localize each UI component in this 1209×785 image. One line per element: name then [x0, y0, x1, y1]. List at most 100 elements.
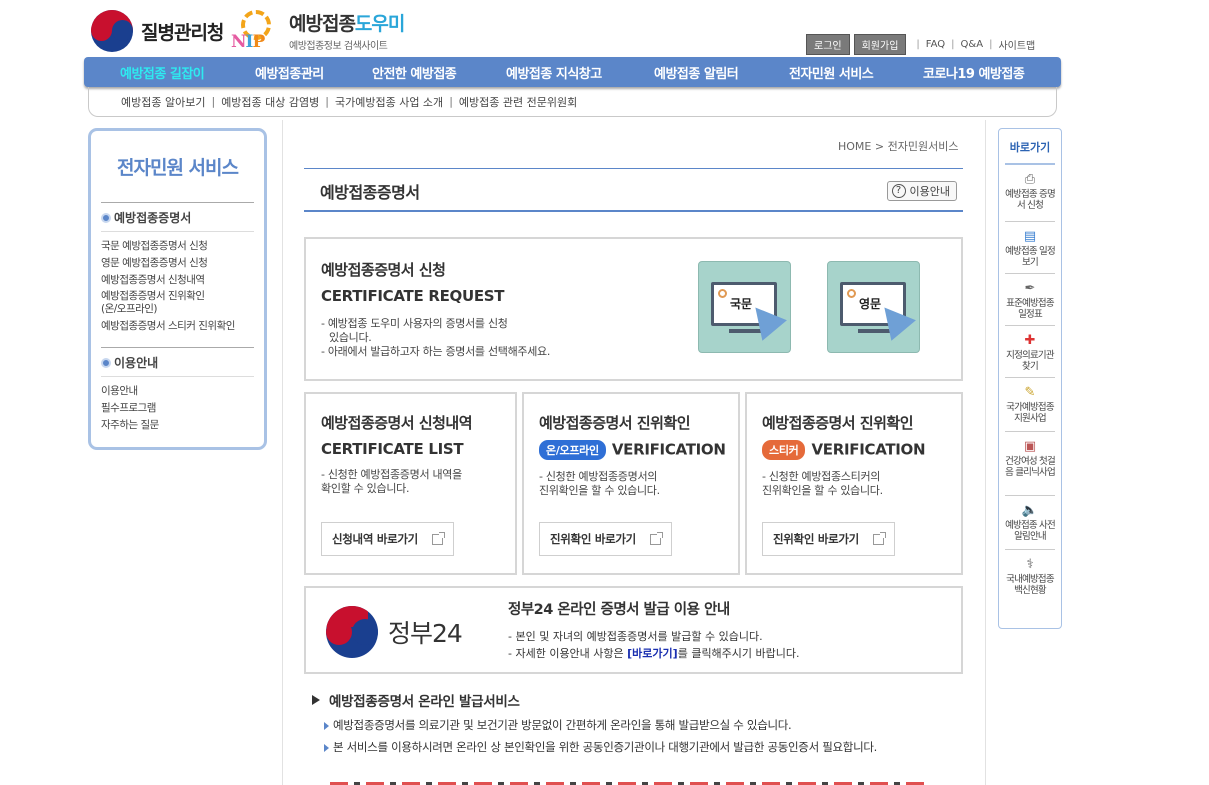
qna-link[interactable]: Q&A [961, 39, 984, 50]
sidebar-item-history[interactable]: 예방접종증명서 신청내역 [101, 272, 254, 289]
gov24-logo[interactable]: 정부24 [326, 606, 463, 658]
medal-icon [847, 289, 856, 298]
gnb-item-guide[interactable]: 예방접종 길잡이 [120, 63, 205, 82]
bullet-icon [101, 357, 111, 368]
main-nav: 예방접종 길잡이 예방접종관리 안전한 예방접종 예방접종 지식창고 예방접종 … [84, 57, 1061, 87]
sidebar-section-guide[interactable]: 이용안내 [101, 347, 254, 377]
vial-icon: ⚕ [1026, 557, 1034, 572]
online-service-heading: 예방접종증명서 온라인 발급서비스 [312, 690, 520, 710]
card-title: 예방접종증명서 진위확인 [539, 414, 691, 432]
breadcrumb-home[interactable]: HOME [838, 140, 871, 153]
sub-nav: 예방접종 알아보기 | 예방접종 대상 감염병 | 국가예방접종 사업 소개 | 예방… [88, 87, 1057, 117]
card-en-title: CERTIFICATE LIST [321, 440, 464, 458]
request-desc: - 예방접종 도우미 사용자의 증명서를 신청 [321, 317, 508, 330]
gov24-title: 정부24 온라인 증명서 발급 이용 안내 [508, 602, 730, 618]
sidebar-item-kor-request[interactable]: 국문 예방접종증명서 신청 [101, 238, 254, 255]
syringe-icon: ✒ [1024, 281, 1036, 296]
page-title: 예방접종증명서 [320, 183, 420, 202]
utility-menu: 로그인 회원가입 | FAQ | Q&A | 사이트맵 [806, 34, 1035, 55]
gnb-item-management[interactable]: 예방접종관리 [255, 63, 324, 82]
hospital-icon: ✚ [1024, 333, 1036, 348]
subnav-item-about[interactable]: 예방접종 알아보기 [121, 94, 205, 110]
certificate-request-panel: 예방접종증명서 신청 CERTIFICATE REQUEST - 예방접종 도우… [304, 237, 963, 381]
quick-links-bar: 바로가기 ⎙ 예방접종 증명서 신청 ▤ 예방접종 일정보기 ✒ 표준예방접종 … [998, 128, 1062, 629]
english-certificate-button[interactable]: 영문 [827, 261, 920, 353]
korean-certificate-button[interactable]: 국문 [698, 261, 791, 353]
notice-text-cutoff [330, 779, 930, 785]
online-offline-badge: 온/오프라인 [539, 440, 606, 460]
sidebar-item-programs[interactable]: 필수프로그램 [101, 400, 254, 417]
sidebar-item-usage[interactable]: 이용안내 [101, 383, 254, 400]
verification-sticker-card: 예방접종증명서 진위확인 스티커 VERIFICATION - 신청한 예방접종스… [745, 392, 963, 575]
triangle-icon [312, 695, 320, 705]
gnb-item-covid[interactable]: 코로나19 예방접종 [923, 63, 1025, 82]
faq-link[interactable]: FAQ [926, 39, 945, 50]
card-en-title: VERIFICATION [811, 440, 926, 459]
printer-icon: ⎙ [1024, 172, 1036, 187]
quick-find-clinic[interactable]: ✚ 지정의료기관 찾기 [1005, 326, 1055, 378]
sidebar-section-certificate[interactable]: 예방접종증명서 [101, 202, 254, 232]
nip-title: 예방접종도우미 [289, 12, 405, 35]
subnav-item-national[interactable]: 국가예방접종 사업 소개 [335, 94, 443, 110]
quick-women-clinic[interactable]: ▣ 건강여성 첫걸음 클리닉사업 [1005, 432, 1056, 496]
quick-vaccine-status[interactable]: ⚕ 국내예방접종 백신현황 [1005, 550, 1055, 604]
verification-online-card: 예방접종증명서 진위확인 온/오프라인 VERIFICATION - 신청한 예방… [522, 392, 740, 575]
quick-standard-schedule[interactable]: ✒ 표준예방접종 일정표 [1005, 274, 1055, 326]
sidebar-item-eng-request[interactable]: 영문 예방접종증명서 신청 [101, 255, 254, 272]
verify-link-button[interactable]: 진위확인 바로가기 [539, 522, 672, 556]
sidebar-title: 전자민원 서비스 [117, 157, 239, 179]
quick-certificate-request[interactable]: ⎙ 예방접종 증명서 신청 [1005, 165, 1056, 222]
sidebar-item-sticker[interactable]: 예방접종증명서 스티커 진위확인 [101, 318, 254, 335]
box-icon: ▣ [1023, 439, 1037, 454]
calendar-icon: ▤ [1023, 229, 1037, 244]
breadcrumb-current: 전자민원서비스 [887, 140, 959, 153]
speaker-icon: 🔈 [1021, 503, 1039, 518]
gnb-item-notice[interactable]: 예방접종 알림터 [654, 63, 739, 82]
sticker-badge: 스티커 [762, 440, 806, 460]
taegeuk-icon [91, 10, 133, 52]
gnb-item-safety[interactable]: 안전한 예방접종 [372, 63, 457, 82]
sidebar-item-faq[interactable]: 자주하는 질문 [101, 417, 254, 434]
join-button[interactable]: 회원가입 [853, 34, 907, 55]
sitemap-link[interactable]: 사이트맵 [998, 37, 1035, 52]
external-link-icon [872, 531, 886, 545]
quick-schedule[interactable]: ▤ 예방접종 일정보기 [1005, 222, 1056, 274]
bullet-icon [101, 212, 111, 223]
breadcrumb: HOME > 전자민원서비스 [838, 140, 959, 153]
external-link-icon [431, 531, 445, 545]
quick-national-program[interactable]: ✎ 국가예방접종 지원사업 [1005, 378, 1055, 432]
kdca-logo[interactable]: 질병관리청 [91, 10, 224, 52]
quick-title: 바로가기 [1005, 129, 1055, 165]
list-item: 본 서비스를 이용하시려면 온라인 상 본인확인을 위한 공동인증기관이나 대행… [322, 738, 912, 757]
gov24-shortcut-link[interactable]: [바로가기] [627, 647, 678, 660]
request-title: 예방접종증명서 신청 [321, 261, 446, 279]
nip-logo[interactable]: NIP 예방접종도우미 예방접종정보 검색사이트 [229, 8, 405, 52]
nip-sun-icon: NIP [229, 8, 283, 52]
request-en-title: CERTIFICATE REQUEST [321, 287, 505, 305]
document-icon: ✎ [1024, 385, 1036, 400]
history-link-button[interactable]: 신청내역 바로가기 [321, 522, 454, 556]
question-icon: ? [891, 184, 906, 198]
list-item: 예방접종증명서를 의료기관 및 보건기관 방문없이 간편하게 온라인을 통해 발… [322, 716, 942, 735]
gnb-item-e-service[interactable]: 전자민원 서비스 [789, 63, 874, 82]
sidebar-item-verify[interactable]: 예방접종증명서 진위확인 [101, 289, 254, 303]
nip-subtitle: 예방접종정보 검색사이트 [289, 40, 388, 52]
card-title: 예방접종증명서 신청내역 [321, 414, 473, 432]
taegeuk-icon [326, 606, 378, 658]
usage-guide-button[interactable]: ? 이용안내 [886, 181, 957, 201]
card-en-title: VERIFICATION [611, 440, 726, 459]
nip-letters: NIP [231, 32, 265, 52]
login-button[interactable]: 로그인 [806, 34, 850, 55]
gnb-item-knowledge[interactable]: 예방접종 지식창고 [506, 63, 602, 82]
subnav-item-committee[interactable]: 예방접종 관련 전문위원회 [459, 94, 577, 110]
medal-icon [718, 289, 727, 298]
online-service-list: 예방접종증명서를 의료기관 및 보건기관 방문없이 간편하게 온라인을 통해 발… [322, 716, 942, 760]
quick-alert-guide[interactable]: 🔈 예방접종 사전알림안내 [1005, 496, 1056, 550]
external-link-icon [649, 531, 663, 545]
kdca-name: 질병관리청 [141, 21, 224, 44]
sidebar-item-verify-sub[interactable]: (온/오프라인) [101, 303, 254, 316]
card-title: 예방접종증명서 진위확인 [762, 414, 914, 432]
sticker-verify-link-button[interactable]: 진위확인 바로가기 [762, 522, 895, 556]
page-header: 예방접종증명서 ? 이용안내 [304, 168, 963, 212]
subnav-item-diseases[interactable]: 예방접종 대상 감염병 [221, 94, 319, 110]
